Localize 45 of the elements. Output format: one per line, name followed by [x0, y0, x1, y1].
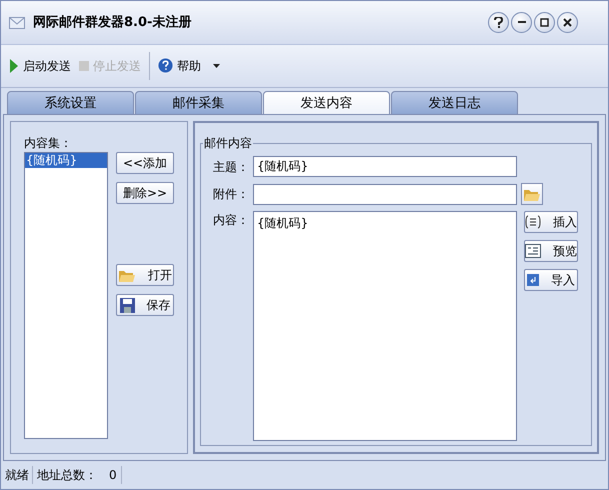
import-icon — [527, 274, 539, 286]
content-set-label: 内容集： — [24, 135, 73, 152]
button[interactable]: <<添加 — [116, 152, 174, 174]
envelope-icon — [9, 15, 25, 30]
subject-field[interactable]: {随机码} — [253, 156, 517, 178]
maximize-icon — [540, 18, 549, 27]
button[interactable]: 保存 — [116, 294, 174, 316]
content-list[interactable]: {随机码} — [24, 152, 108, 440]
help-button[interactable] — [488, 12, 509, 33]
tab[interactable]: 发送日志 — [391, 91, 518, 116]
browse-button[interactable] — [521, 183, 543, 206]
group-title: 邮件内容 — [203, 135, 253, 152]
document-icon — [525, 244, 541, 258]
toolbar-button[interactable]: 启动发送 — [9, 56, 71, 75]
tab[interactable]: 发送内容 — [263, 91, 390, 116]
button[interactable]: 删除>> — [116, 182, 174, 204]
minimize-button[interactable] — [511, 12, 532, 33]
tab[interactable]: 邮件采集 — [135, 91, 262, 116]
play-icon — [9, 58, 19, 74]
content-textarea[interactable]: {随机码} — [253, 211, 517, 442]
field-label: 附件： — [212, 186, 249, 204]
maximize-button[interactable] — [534, 12, 555, 33]
button[interactable]: 预览 — [524, 240, 578, 262]
caret-icon — [213, 64, 220, 68]
list-item[interactable]: {随机码} — [25, 153, 107, 168]
question-icon — [494, 16, 503, 28]
list-icon — [525, 215, 541, 230]
stop-icon — [79, 60, 89, 71]
address-count: 0 — [109, 466, 122, 484]
minimize-icon — [518, 21, 526, 24]
button[interactable]: 插入 — [524, 211, 578, 234]
field-label: 主题： — [212, 158, 249, 176]
window-title: 网际邮件群发器8.0-未注册 — [33, 14, 192, 32]
tab[interactable]: 系统设置 — [7, 91, 134, 116]
address-count-label: 地址总数： — [37, 467, 97, 484]
field-label: 内容： — [212, 212, 249, 230]
help-icon — [158, 58, 173, 74]
status-text: 就绪 — [5, 466, 33, 484]
button[interactable]: 打开 — [116, 264, 174, 286]
toolbar-button[interactable]: 帮助 — [158, 56, 220, 75]
close-button[interactable] — [557, 12, 578, 33]
attachment-field[interactable] — [253, 184, 517, 205]
close-icon — [563, 18, 572, 27]
floppy-icon — [120, 298, 134, 313]
button[interactable]: 导入 — [524, 269, 578, 292]
